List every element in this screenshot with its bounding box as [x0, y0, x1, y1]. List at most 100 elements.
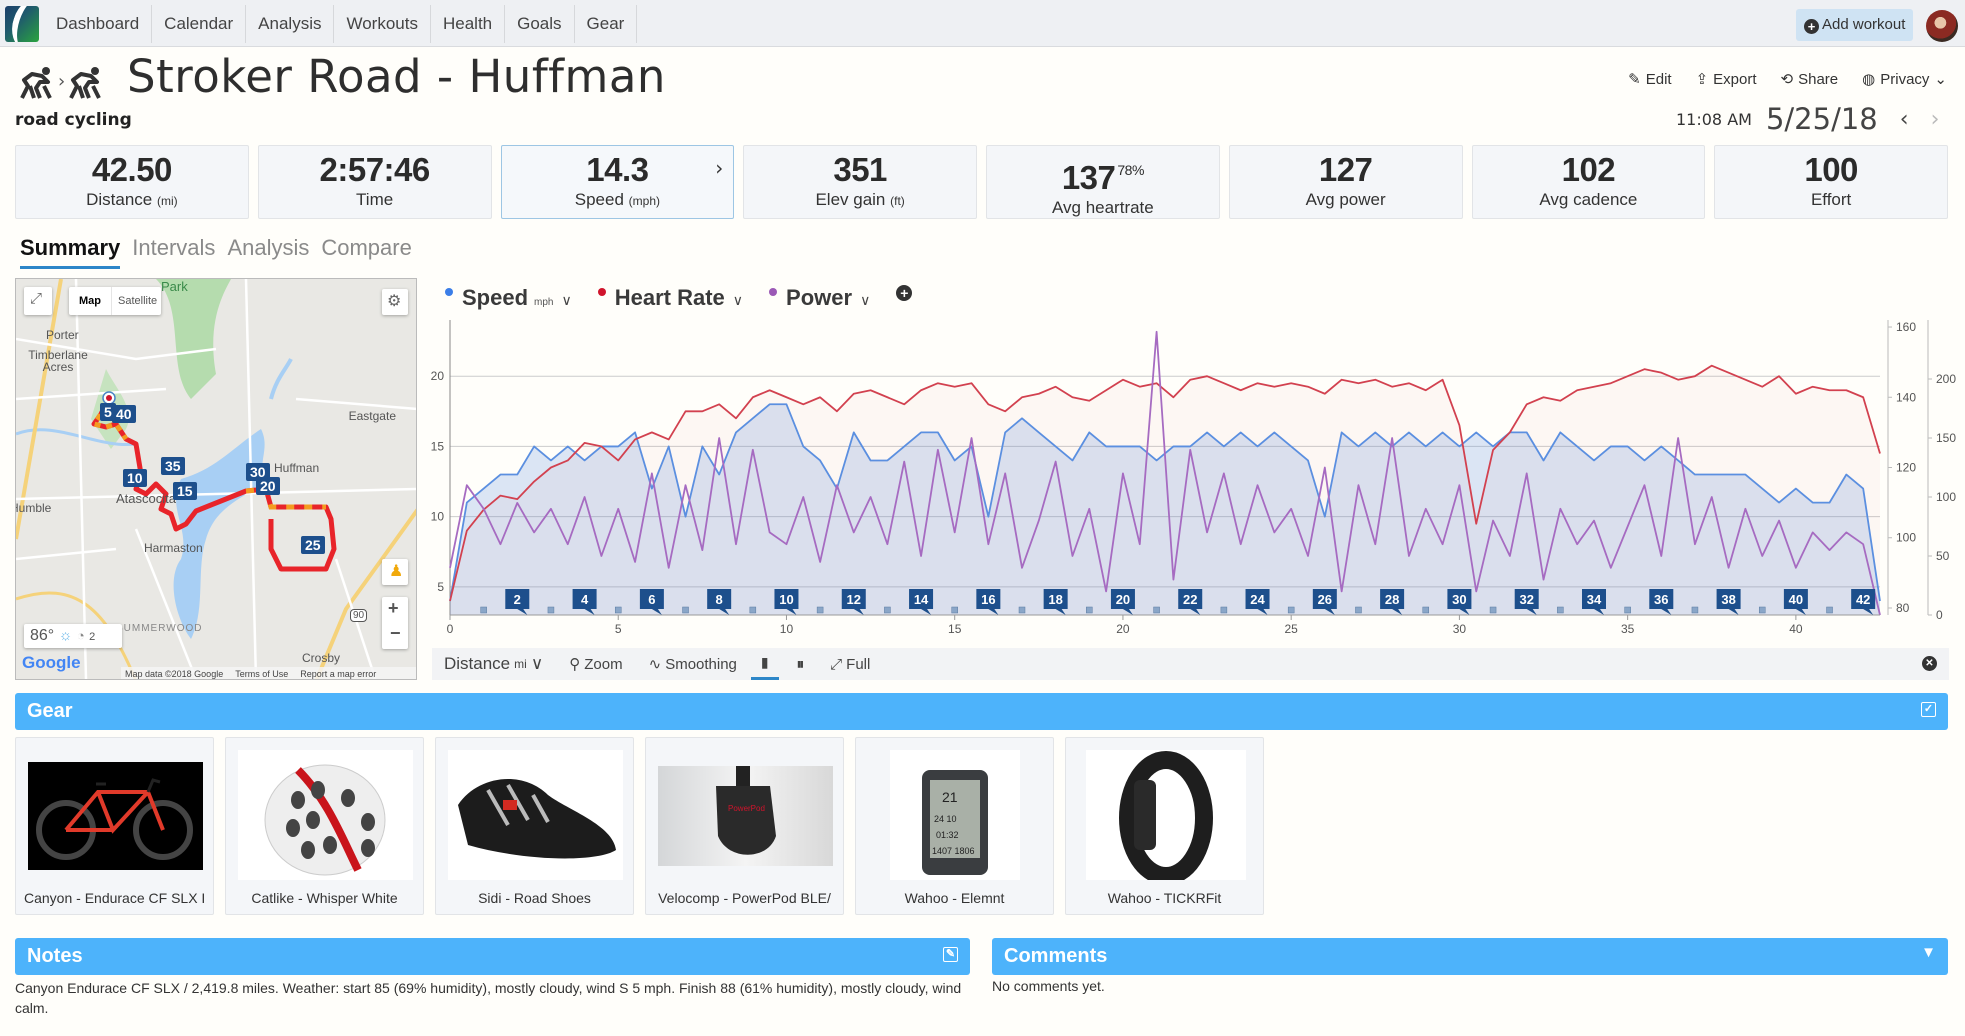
power-axis-tick: 50 [1936, 549, 1950, 563]
mile-marker[interactable]: 25 [301, 536, 325, 554]
lap-marker-label: 12 [847, 592, 861, 607]
smoothing-label: Smoothing [665, 655, 737, 673]
nav-analysis[interactable]: Analysis [246, 5, 335, 43]
workout-chart[interactable]: 5 10 15 20 80 100 120 140 160 0 50 100 150 200 0 5 10 15 2… [420, 315, 1960, 645]
add-comment-icon[interactable]: ▼ [1921, 945, 1936, 962]
legend-power[interactable]: Power ∨ [769, 285, 870, 311]
tab-summary[interactable]: Summary [20, 235, 121, 269]
edit-button[interactable]: ✎ Edit [1628, 70, 1671, 89]
gear-card[interactable]: 21 24 10 01:32 1407 1806 Wahoo - Elemnt [855, 737, 1054, 915]
smoothing-button[interactable]: ∿ Smoothing [649, 648, 737, 680]
export-button[interactable]: ⇪ Export [1696, 70, 1757, 89]
stat-distance[interactable]: 42.50 Distance (mi) [15, 145, 249, 219]
zoom-out-button[interactable]: − [390, 623, 401, 644]
stat-label: Distance (mi) [86, 190, 178, 209]
share-button[interactable]: ⟲ Share [1781, 70, 1839, 89]
stat-label: Time [356, 190, 394, 209]
terms-of-use-link[interactable]: Terms of Use [235, 667, 288, 679]
full-button[interactable]: ⤢ Full [830, 648, 870, 680]
stat-effort[interactable]: 100 Effort [1714, 145, 1948, 219]
gear-card[interactable]: Sidi - Road Shoes [435, 737, 634, 915]
speed-axis-tick: 20 [431, 369, 445, 383]
tab-intervals[interactable]: Intervals [132, 235, 215, 269]
nav-health[interactable]: Health [431, 5, 506, 43]
lap-marker-label: 32 [1519, 592, 1533, 607]
stat-speed[interactable]: 14.3 Speed (mph) › [500, 145, 735, 219]
zoom-button[interactable]: ⚲ Zoom [569, 648, 622, 680]
route-map[interactable]: ⤢ Map Satellite ⚙ Park Porter Timberlane… [15, 278, 417, 680]
mile-marker[interactable]: 40 [112, 405, 136, 423]
weather-widget: 86° ☼ ◔ 2 [24, 624, 122, 648]
cycling-icon[interactable] [18, 64, 56, 100]
edit-gear-icon[interactable]: ✓ [1921, 702, 1936, 717]
lap-marker-label: 18 [1048, 592, 1062, 607]
mile-marker[interactable]: 20 [256, 477, 280, 495]
chevron-down-icon[interactable]: ∨ [561, 292, 571, 309]
map-type-control: Map Satellite [69, 287, 161, 315]
tab-analysis[interactable]: Analysis [227, 235, 309, 269]
stat-label: Effort [1810, 190, 1852, 209]
tab-compare[interactable]: Compare [321, 235, 411, 269]
mile-tick-marker [547, 606, 555, 614]
chevron-down-icon[interactable]: ∨ [733, 292, 743, 309]
map-type-map[interactable]: Map [69, 287, 112, 315]
zoom-in-button[interactable]: + [388, 598, 399, 619]
add-workout-button[interactable]: + Add workout [1796, 9, 1913, 41]
stat-value: 102 [1561, 151, 1616, 188]
nav-gear[interactable]: Gear [575, 5, 638, 43]
stat-avg-power[interactable]: 127 Avg power [1228, 145, 1463, 219]
report-map-error-link[interactable]: Report a map error [300, 667, 376, 679]
stat-time[interactable]: 2:57:46 Time [257, 145, 492, 219]
stat-value: 42.50 [91, 151, 173, 188]
legend-speed[interactable]: Speed mph ∨ [445, 285, 572, 311]
helmet-image [238, 750, 413, 880]
lap-marker-label: 4 [581, 592, 589, 607]
nav-calendar[interactable]: Calendar [152, 5, 247, 43]
mile-tick-marker [1220, 606, 1228, 614]
nav-workouts[interactable]: Workouts [334, 5, 431, 43]
x-axis-dropdown[interactable]: Distance mi ∨ [444, 648, 543, 680]
privacy-dropdown[interactable]: ◍ Privacy ⌄ [1862, 70, 1947, 89]
power-meter-image: PowerPod [658, 766, 833, 866]
mile-marker[interactable]: 10 [123, 469, 147, 487]
mile-tick-marker [1018, 606, 1026, 614]
mile-marker[interactable]: 15 [173, 482, 197, 500]
chevron-right-icon[interactable]: › [715, 156, 723, 180]
previous-workout-icon[interactable]: ‹ [1900, 107, 1909, 132]
mile-marker[interactable]: 35 [161, 457, 185, 475]
power-axis-tick: 0 [1936, 608, 1943, 622]
edit-notes-icon[interactable]: ✎ [943, 947, 958, 962]
nav-goals[interactable]: Goals [505, 5, 575, 43]
workout-actions: ✎ Edit ⇪ Export ⟲ Share ◍ Privacy ⌄ [1628, 70, 1947, 89]
stat-avg-heartrate[interactable]: 137 78% Avg heartrate [986, 145, 1220, 219]
map-place-label: SUMMERWOOD [116, 623, 203, 634]
add-series-icon[interactable]: + [896, 285, 913, 301]
legend-heart-rate[interactable]: Heart Rate ∨ [597, 285, 743, 311]
gear-card[interactable]: Canyon - Endurace CF SLX I [15, 737, 214, 915]
map-settings-button[interactable]: ⚙ [382, 289, 408, 315]
street-view-pegman[interactable]: ♟ [382, 559, 408, 585]
stat-elev-gain[interactable]: 351 Elev gain (ft) [743, 145, 977, 219]
heart-rate-axis-tick: 100 [1896, 531, 1916, 545]
pause-toggle[interactable]: ⏸ [797, 648, 805, 680]
gear-card[interactable]: Catlike - Whisper White [225, 737, 424, 915]
svg-text:21: 21 [942, 789, 958, 805]
x-axis-tick: 35 [1621, 622, 1635, 636]
chevron-down-icon[interactable]: ∨ [860, 292, 870, 309]
fullscreen-button[interactable]: ⤢ [24, 287, 52, 315]
gear-card[interactable]: PowerPod Velocomp - PowerPod BLE/ [645, 737, 844, 915]
markers-toggle[interactable]: ▮ [750, 648, 779, 680]
close-chart-icon[interactable]: ✕ [1922, 656, 1937, 671]
next-workout-icon[interactable]: › [1931, 107, 1940, 132]
mile-tick-marker [1557, 606, 1564, 614]
stat-avg-cadence[interactable]: 102 Avg cadence [1471, 145, 1706, 219]
stat-value: 127 [1318, 151, 1373, 188]
marker-flag-icon: ▮ [760, 654, 769, 670]
app-logo[interactable] [5, 6, 39, 42]
search-icon: ⚲ [569, 656, 581, 673]
map-type-satellite[interactable]: Satellite [112, 287, 163, 315]
nav-dashboard[interactable]: Dashboard [44, 5, 153, 43]
user-avatar[interactable] [1926, 10, 1958, 42]
gear-label: Canyon - Endurace CF SLX I [24, 890, 206, 906]
gear-card[interactable]: Wahoo - TICKRFit [1065, 737, 1264, 915]
